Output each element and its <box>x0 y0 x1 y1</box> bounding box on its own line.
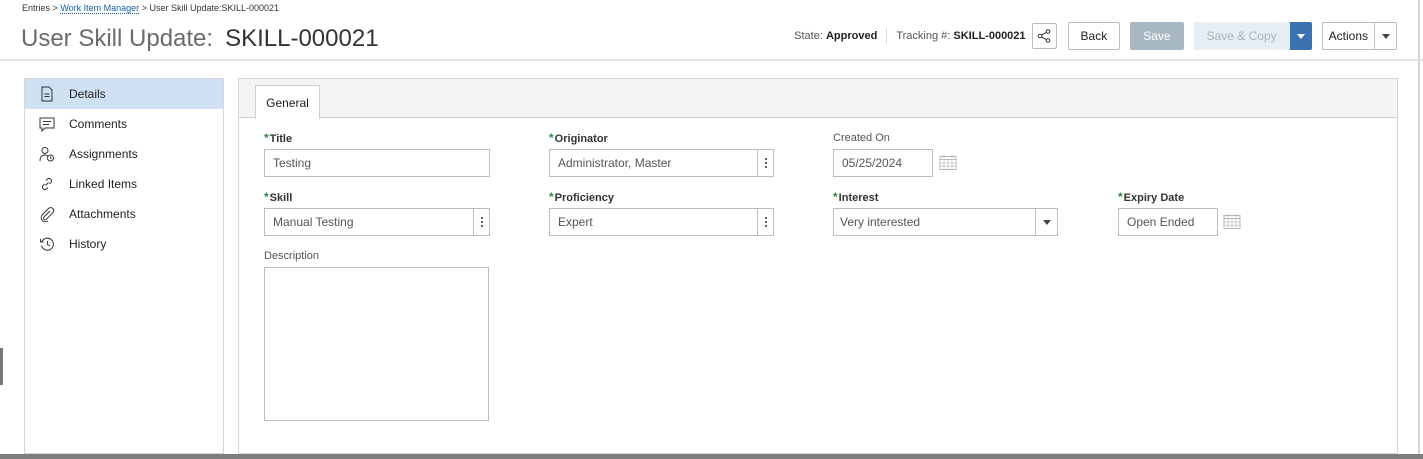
header-toolbar: State: Approved Tracking #: SKILL-000021… <box>794 22 1397 50</box>
created-on-label: Created On <box>833 132 890 144</box>
originator-value: Administrator, Master <box>558 156 672 170</box>
skill-input[interactable]: Manual Testing <box>264 208 490 236</box>
breadcrumb-separator: > <box>52 3 58 13</box>
breadcrumb-separator: > <box>141 3 147 13</box>
proficiency-picker-button[interactable] <box>757 209 773 235</box>
expiry-date-input[interactable]: Open Ended <box>1118 208 1218 236</box>
history-icon <box>38 235 56 253</box>
actions-dropdown[interactable] <box>1375 22 1397 50</box>
share-button[interactable] <box>1031 23 1057 49</box>
originator-field: *Originator Administrator, Master <box>549 131 774 179</box>
skill-field: *Skill Manual Testing <box>264 190 490 238</box>
interest-field: *Interest Very interested <box>833 190 1058 238</box>
tracking-label: Tracking #: <box>896 30 951 42</box>
skill-label: *Skill <box>264 190 293 204</box>
proficiency-value: Expert <box>558 215 593 229</box>
back-button[interactable]: Back <box>1067 22 1121 50</box>
window-edge-marker <box>0 348 3 385</box>
sidebar-item-linked-items[interactable]: Linked Items <box>25 169 223 199</box>
expiry-date-label: *Expiry Date <box>1118 190 1185 204</box>
state-value: Approved <box>825 30 878 42</box>
page-title: User Skill Update: SKILL-000021 <box>21 25 379 53</box>
save-button[interactable]: Save <box>1130 22 1184 50</box>
state-label: State: <box>794 30 823 42</box>
description-label: Description <box>264 250 320 262</box>
breadcrumb-link-work-item-manager[interactable]: Work Item Manager <box>60 3 140 14</box>
originator-picker-button[interactable] <box>757 150 773 176</box>
breadcrumb-current: User Skill Update:SKILL-000021 <box>149 3 280 13</box>
sidebar-item-history[interactable]: History <box>25 229 223 259</box>
sidebar-item-label: History <box>69 237 107 251</box>
proficiency-input[interactable]: Expert <box>549 208 774 236</box>
chevron-down-icon <box>1042 219 1051 225</box>
interest-label: *Interest <box>833 190 879 204</box>
title-field: *Title Testing <box>264 131 490 179</box>
calendar-icon[interactable] <box>939 154 957 170</box>
document-icon <box>38 85 56 103</box>
sidebar: Details Comments Assignments Linked Item… <box>24 78 224 454</box>
assignment-icon <box>38 145 56 163</box>
expiry-date-field: *Expiry Date Open Ended <box>1118 190 1248 238</box>
originator-label: *Originator <box>549 131 608 145</box>
header-divider <box>0 59 1423 61</box>
interest-dropdown-button[interactable] <box>1035 209 1057 235</box>
save-options-dropdown[interactable] <box>1289 22 1312 50</box>
interest-select[interactable]: Very interested <box>833 208 1058 236</box>
originator-input[interactable]: Administrator, Master <box>549 149 774 177</box>
created-on-field: Created On 05/25/2024 <box>833 131 963 179</box>
actions-button[interactable]: Actions <box>1321 22 1375 50</box>
sidebar-item-attachments[interactable]: Attachments <box>25 199 223 229</box>
description-field: Description <box>264 249 490 424</box>
breadcrumb-root: Entries <box>22 3 51 13</box>
window-bottom-border <box>0 454 1423 459</box>
sidebar-item-label: Linked Items <box>69 177 138 191</box>
save-and-copy-button[interactable]: Save & Copy <box>1193 22 1290 50</box>
sidebar-item-assignments[interactable]: Assignments <box>25 139 223 169</box>
created-on-input[interactable]: 05/25/2024 <box>833 149 933 177</box>
chevron-down-icon <box>1296 33 1305 39</box>
page-title-id: SKILL-000021 <box>225 25 379 52</box>
paperclip-icon <box>38 205 56 223</box>
link-icon <box>38 175 56 193</box>
page-title-prefix: User Skill Update: <box>21 25 214 52</box>
sidebar-item-label: Comments <box>69 117 128 131</box>
main-panel: General *Title Testing *Originator Admin… <box>238 78 1398 454</box>
description-textarea[interactable] <box>264 267 489 421</box>
share-icon <box>1037 29 1051 43</box>
sidebar-item-label: Details <box>69 87 106 101</box>
sidebar-item-label: Assignments <box>69 147 138 161</box>
sidebar-item-label: Attachments <box>69 207 136 221</box>
comment-icon <box>38 115 56 133</box>
divider <box>886 28 888 44</box>
chevron-down-icon <box>1381 33 1390 39</box>
calendar-icon[interactable] <box>1223 213 1241 229</box>
title-input[interactable]: Testing <box>264 149 490 177</box>
proficiency-label: *Proficiency <box>549 190 614 204</box>
tracking-value: SKILL-000021 <box>953 30 1026 42</box>
breadcrumb: Entries > Work Item Manager > User Skill… <box>22 3 280 14</box>
window-right-border <box>1418 0 1420 459</box>
tab-bar: General <box>239 79 1397 119</box>
proficiency-field: *Proficiency Expert <box>549 190 774 238</box>
skill-picker-button[interactable] <box>473 209 489 235</box>
tab-general[interactable]: General <box>255 85 320 119</box>
skill-value: Manual Testing <box>273 215 354 229</box>
title-label: *Title <box>264 131 293 145</box>
interest-value: Very interested <box>840 215 921 229</box>
sidebar-item-details[interactable]: Details <box>25 79 223 109</box>
sidebar-item-comments[interactable]: Comments <box>25 109 223 139</box>
